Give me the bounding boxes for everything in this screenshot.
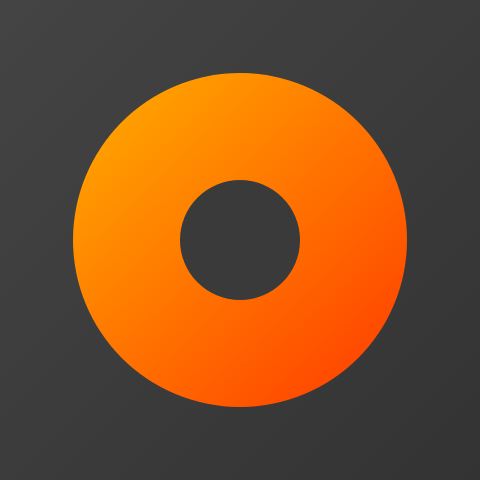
app-icon [0, 0, 480, 480]
donut-ring-logo-icon [0, 0, 480, 480]
ring-hole [180, 180, 300, 300]
